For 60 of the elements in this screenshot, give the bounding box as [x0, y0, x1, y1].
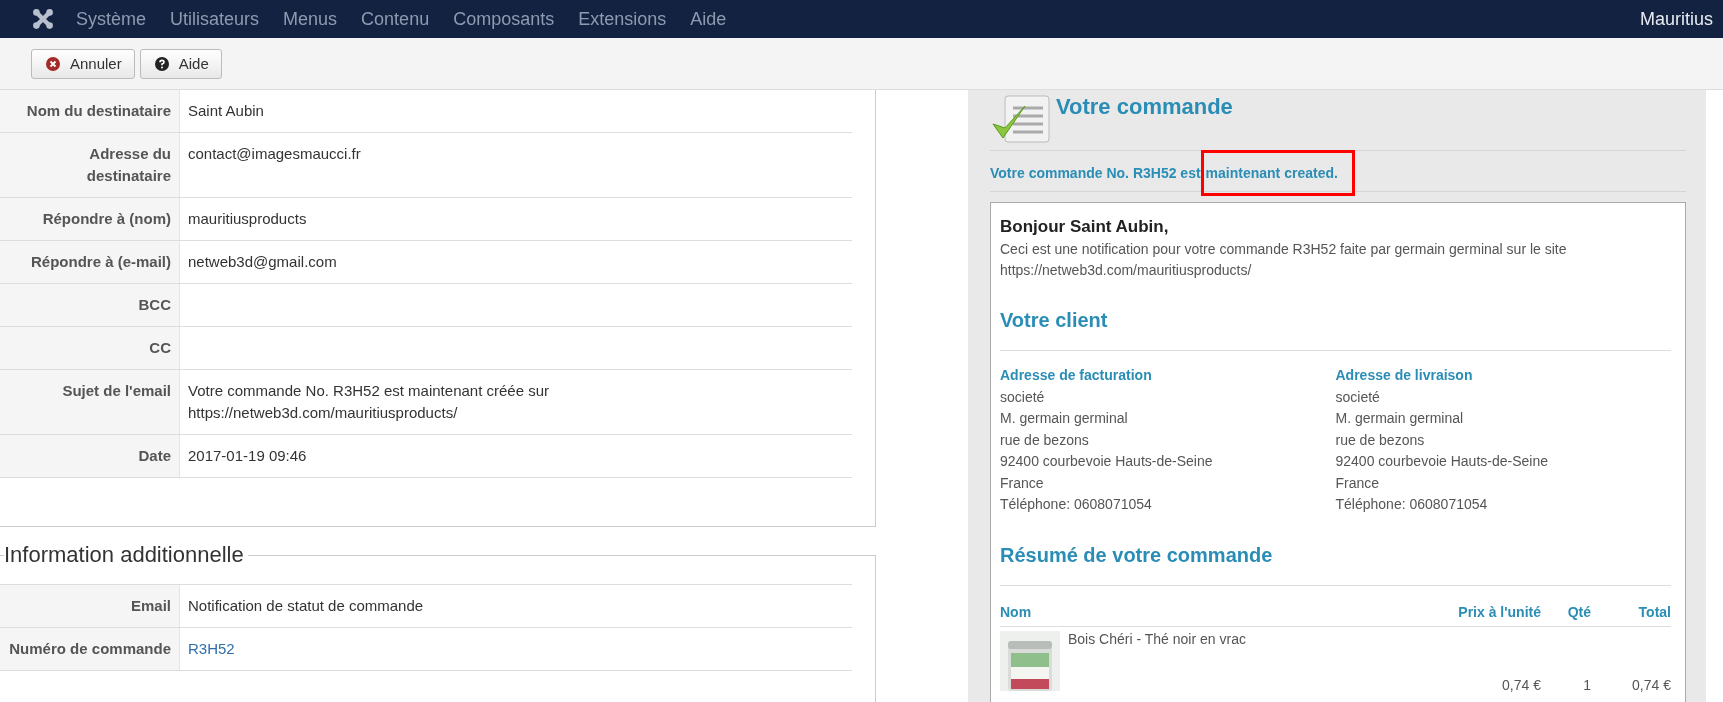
product-name: Bois Chéri - Thé noir en vrac [1068, 630, 1246, 649]
field-value: 2017-01-19 09:46 [188, 446, 307, 466]
address-line: Téléphone: 0608071054 [1335, 495, 1489, 514]
field-value: Notification de statut de commande [188, 596, 424, 616]
address-line: rue de bezons [1335, 430, 1426, 450]
menu-item[interactable]: Menus [283, 8, 338, 30]
document-check-icon [990, 94, 1052, 146]
menu-item[interactable]: Composants [453, 8, 555, 30]
address-line: France [1000, 473, 1045, 493]
field-label: Adresse du destinataire [0, 133, 180, 197]
field-label: Nom du destinataire [0, 90, 180, 132]
address-line: societé [1000, 387, 1046, 407]
address-heading: Adresse de facturation [1000, 366, 1153, 385]
field-value: Votre commande No. R3H52 est maintenant créée sur https://netweb3d.com/mauritiusproducts/ [188, 381, 551, 423]
field-label: CC [0, 327, 180, 369]
site-link[interactable]: Mauritius [1639, 8, 1713, 30]
column-header: Prix à l'unité [1457, 603, 1541, 620]
help-icon [153, 55, 170, 72]
table-cell-text: 0,74 € [1631, 676, 1671, 693]
field-label: Numéro de commande [0, 628, 180, 670]
help-button[interactable]: Aide [139, 48, 222, 79]
field-label: Répondre à (e-mail) [0, 241, 180, 283]
address-line: societé [1335, 387, 1381, 407]
table-cell-text: 0,74 € [1501, 676, 1541, 693]
address-line: France [1335, 473, 1381, 493]
field-value: mauritiusproducts [188, 209, 307, 229]
field-label: Sujet de l'email [0, 370, 180, 434]
highlighted-text: maintenant created. [1200, 150, 1355, 196]
field-label: Date [0, 435, 180, 477]
field-label: BCC [0, 284, 180, 326]
menu-item[interactable]: Aide [690, 8, 727, 30]
section-heading: Résumé de votre commande [1000, 515, 1671, 586]
address-line: M. germain germinal [1000, 409, 1129, 428]
column-header: Nom [1000, 603, 1033, 620]
address-line: Téléphone: 0608071054 [1000, 495, 1153, 514]
column-header: Total [1637, 603, 1671, 620]
close-icon [45, 55, 61, 72]
field-label: Répondre à (nom) [0, 198, 180, 240]
field-value: netweb3d@gmail.com [188, 252, 337, 272]
column-header: Qté [1566, 603, 1591, 620]
greeting: Bonjour Saint Aubin, [1000, 217, 1170, 237]
field-value: Saint Aubin [188, 101, 264, 121]
table-cell-text: 1 [1582, 676, 1591, 693]
intro-text: Ceci est une notification pour votre commande R3H52 faite par germain germinal sur le site https://netweb3d.com/mauritiusproducts/ [1000, 240, 1568, 280]
address-line: 92400 courbevoie Hauts-de-Seine [1335, 452, 1549, 471]
address-line: M. germain germinal [1335, 409, 1465, 428]
address-line: 92400 courbevoie Hauts-de-Seine [1000, 452, 1214, 471]
section-heading: Votre client [1000, 281, 1671, 351]
menu-item[interactable]: Contenu [361, 8, 430, 30]
field-value: contact@imagesmaucci.fr [188, 144, 361, 164]
field-label: Email [0, 585, 180, 627]
order-link[interactable]: R3H52 [188, 640, 235, 657]
status-message: Votre commande No. R3H52 est [990, 165, 1201, 181]
menu-item[interactable]: Système [76, 8, 147, 30]
address-heading: Adresse de livraison [1335, 366, 1474, 385]
menu-item[interactable]: Utilisateurs [170, 8, 260, 30]
menu-item[interactable]: Extensions [578, 8, 667, 30]
preview-title: Votre commande [1056, 94, 1233, 120]
address-line: rue de bezons [1000, 430, 1090, 450]
cancel-button[interactable]: Annuler [31, 48, 135, 79]
